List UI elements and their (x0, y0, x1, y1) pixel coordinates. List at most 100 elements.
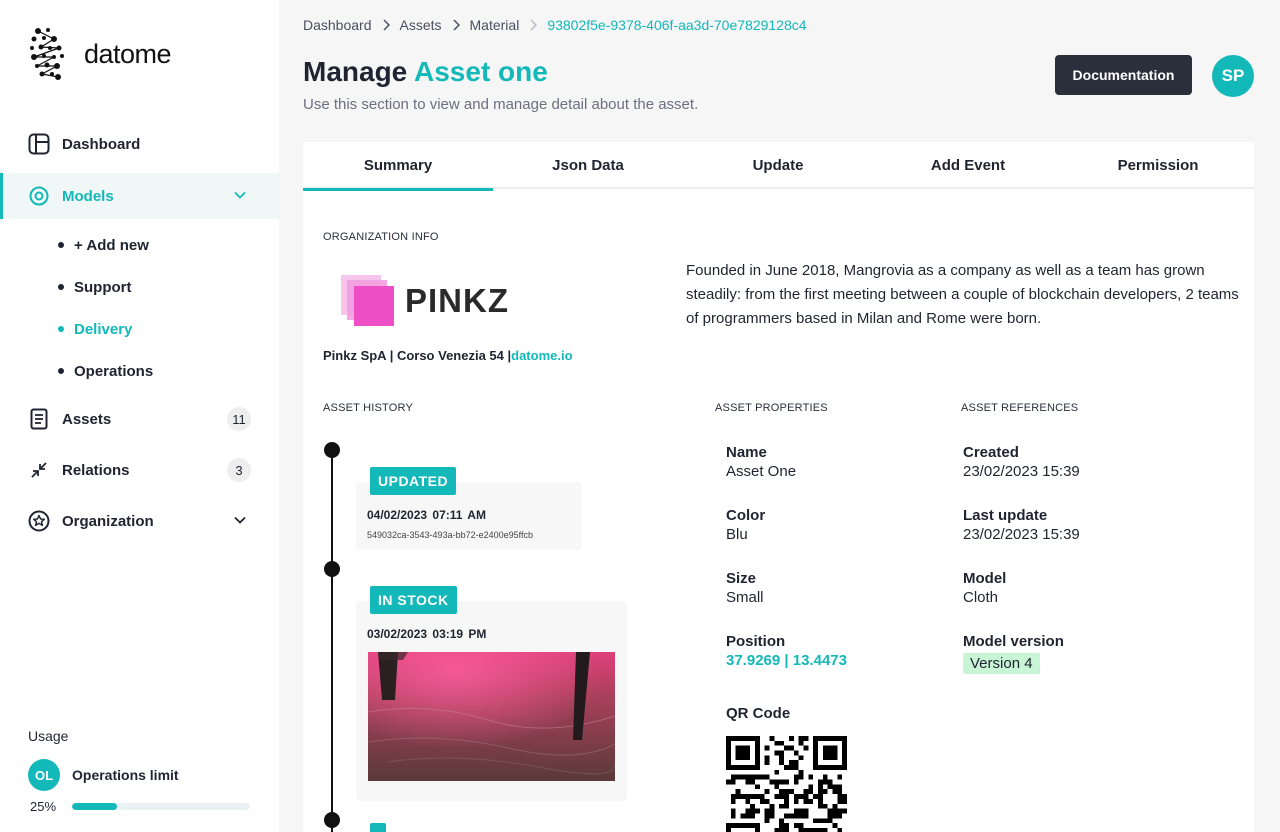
position-link[interactable]: 37.9269 | 13.4473 (726, 652, 847, 669)
dashboard-icon (28, 133, 50, 155)
sidebar-subitem-label: Delivery (74, 320, 133, 338)
property-value: Asset One (726, 463, 797, 480)
event-id: 549032ca-3543-493a-bb72-e2400e95ffcb (367, 530, 533, 540)
timeline-line (331, 450, 333, 832)
sidebar-subitem-label: + Add new (74, 236, 149, 254)
chevron-down-icon[interactable] (233, 188, 247, 202)
reference-label: Created (963, 444, 1019, 461)
event-photo[interactable] (368, 652, 615, 781)
asset-history-label: ASSET HISTORY (323, 402, 414, 414)
organization-address-text: Pinkz SpA | Corso Venezia 54 | (323, 348, 512, 363)
tab-permission[interactable]: Permission (1063, 142, 1253, 189)
reference-model-version: Model version Version 4 (963, 633, 1064, 674)
organization-description: Founded in June 2018, Mangrovia as a com… (686, 262, 1239, 327)
sidebar-item-label: Organization (62, 512, 154, 530)
organization-logo: PINKZ (341, 275, 509, 327)
usage-progress-fill (72, 803, 117, 810)
documentation-button[interactable]: Documentation (1055, 55, 1192, 95)
asset-references-label: ASSET REFERENCES (961, 402, 1079, 414)
page-title: Manage Asset one (303, 56, 548, 88)
timeline-dot (324, 561, 340, 577)
avatar[interactable]: SP (1212, 55, 1254, 97)
reference-created: Created 23/02/2023 15:39 (963, 444, 1080, 480)
event-date: 04/02/2023 07:11 AM (367, 508, 486, 522)
breadcrumb-item[interactable]: Material (470, 17, 520, 33)
assets-icon (28, 408, 50, 430)
property-label: QR Code (726, 705, 791, 722)
count-badge: 11 (227, 407, 251, 431)
timeline-dot (324, 812, 340, 828)
bullet-icon (58, 368, 64, 374)
usage-progress-bar (72, 803, 250, 810)
models-icon (28, 185, 50, 207)
sidebar-item-label: Models (62, 187, 114, 205)
relations-icon (28, 459, 50, 481)
pinkz-logo-icon (341, 275, 397, 327)
tab-update[interactable]: Update (683, 142, 873, 189)
timeline-dot (324, 442, 340, 458)
chevron-right-icon (382, 19, 390, 31)
event-date: 03/02/2023 03:19 PM (367, 627, 487, 641)
organization-logo-text: PINKZ (405, 282, 509, 319)
sidebar-subitem-add-new[interactable]: + Add new (58, 234, 149, 256)
datome-logo-icon (30, 28, 64, 80)
property-label: Name (726, 444, 767, 461)
tab-bar: Summary Json Data Update Add Event Permi… (303, 142, 1254, 191)
reference-model: Model Cloth (963, 570, 1006, 606)
sidebar-subitem-delivery[interactable]: Delivery (58, 318, 132, 340)
tab-summary[interactable]: Summary (303, 142, 493, 191)
brand-logo[interactable]: datome (28, 26, 172, 82)
property-label: Position (726, 633, 786, 650)
breadcrumb-current: 93802f5e-9378-406f-aa3d-70e7829128c4 (547, 17, 807, 33)
sidebar-item-relations[interactable]: Relations 3 (0, 447, 279, 493)
count-badge: 3 (227, 458, 251, 482)
property-label: Color (726, 507, 766, 524)
reference-label: Last update (963, 507, 1048, 524)
chevron-down-icon[interactable] (233, 513, 247, 527)
page-subtitle: Use this section to view and manage deta… (303, 96, 699, 113)
tab-json-data[interactable]: Json Data (493, 142, 683, 189)
chevron-right-icon (452, 19, 460, 31)
reference-value: 23/02/2023 15:39 (963, 526, 1080, 543)
sidebar-subitem-label: Operations (74, 362, 154, 380)
sidebar-item-models[interactable]: Models (0, 173, 279, 219)
event-status-badge: IN STOCK (370, 586, 457, 614)
organization-icon (28, 510, 50, 532)
sidebar-item-organization[interactable]: Organization (0, 498, 279, 544)
asset-properties-label: ASSET PROPERTIES (715, 402, 828, 414)
reference-last-update: Last update 23/02/2023 15:39 (963, 507, 1080, 543)
event-status-badge: UPDATED (370, 467, 457, 495)
sidebar-subitem-support[interactable]: Support (58, 276, 132, 298)
bullet-icon (58, 242, 64, 248)
brand-name: datome (84, 38, 172, 69)
property-value: Blu (726, 526, 748, 543)
usage-percent: 25% (30, 799, 57, 814)
breadcrumb-item[interactable]: Assets (400, 17, 442, 33)
sidebar-subitem-label: Support (74, 278, 132, 296)
property-label: Size (726, 570, 757, 587)
qr-code-image[interactable] (726, 736, 847, 832)
avatar: OL (28, 759, 60, 791)
sidebar: datome Dashboard Models + Add new Suppor… (0, 0, 279, 832)
property-name: Name Asset One (726, 444, 796, 480)
event-status-badge (370, 823, 386, 832)
reference-value: 23/02/2023 15:39 (963, 463, 1080, 480)
sidebar-item-label: Relations (62, 461, 130, 479)
page-title-prefix: Manage (303, 56, 408, 87)
organization-address: Pinkz SpA | Corso Venezia 54 |datome.io (323, 348, 573, 363)
property-size: Size Small (726, 570, 764, 606)
organization-info-label: ORGANIZATION INFO (323, 231, 439, 243)
tab-add-event[interactable]: Add Event (873, 142, 1063, 189)
sidebar-item-assets[interactable]: Assets 11 (0, 396, 279, 442)
property-qr-code: QR Code (726, 705, 790, 722)
sidebar-subitem-operations[interactable]: Operations (58, 360, 153, 382)
organization-website-link[interactable]: datome.io (511, 348, 572, 363)
reference-label: Model version (963, 633, 1064, 650)
property-position: Position 37.9269 | 13.4473 (726, 633, 847, 669)
usage-name: Operations limit (72, 767, 179, 783)
sidebar-item-label: Assets (62, 410, 112, 428)
sidebar-item-dashboard[interactable]: Dashboard (0, 121, 279, 167)
breadcrumb-item[interactable]: Dashboard (303, 17, 372, 33)
breadcrumb: Dashboard Assets Material 93802f5e-9378-… (303, 16, 807, 34)
sidebar-item-label: Dashboard (62, 135, 141, 153)
